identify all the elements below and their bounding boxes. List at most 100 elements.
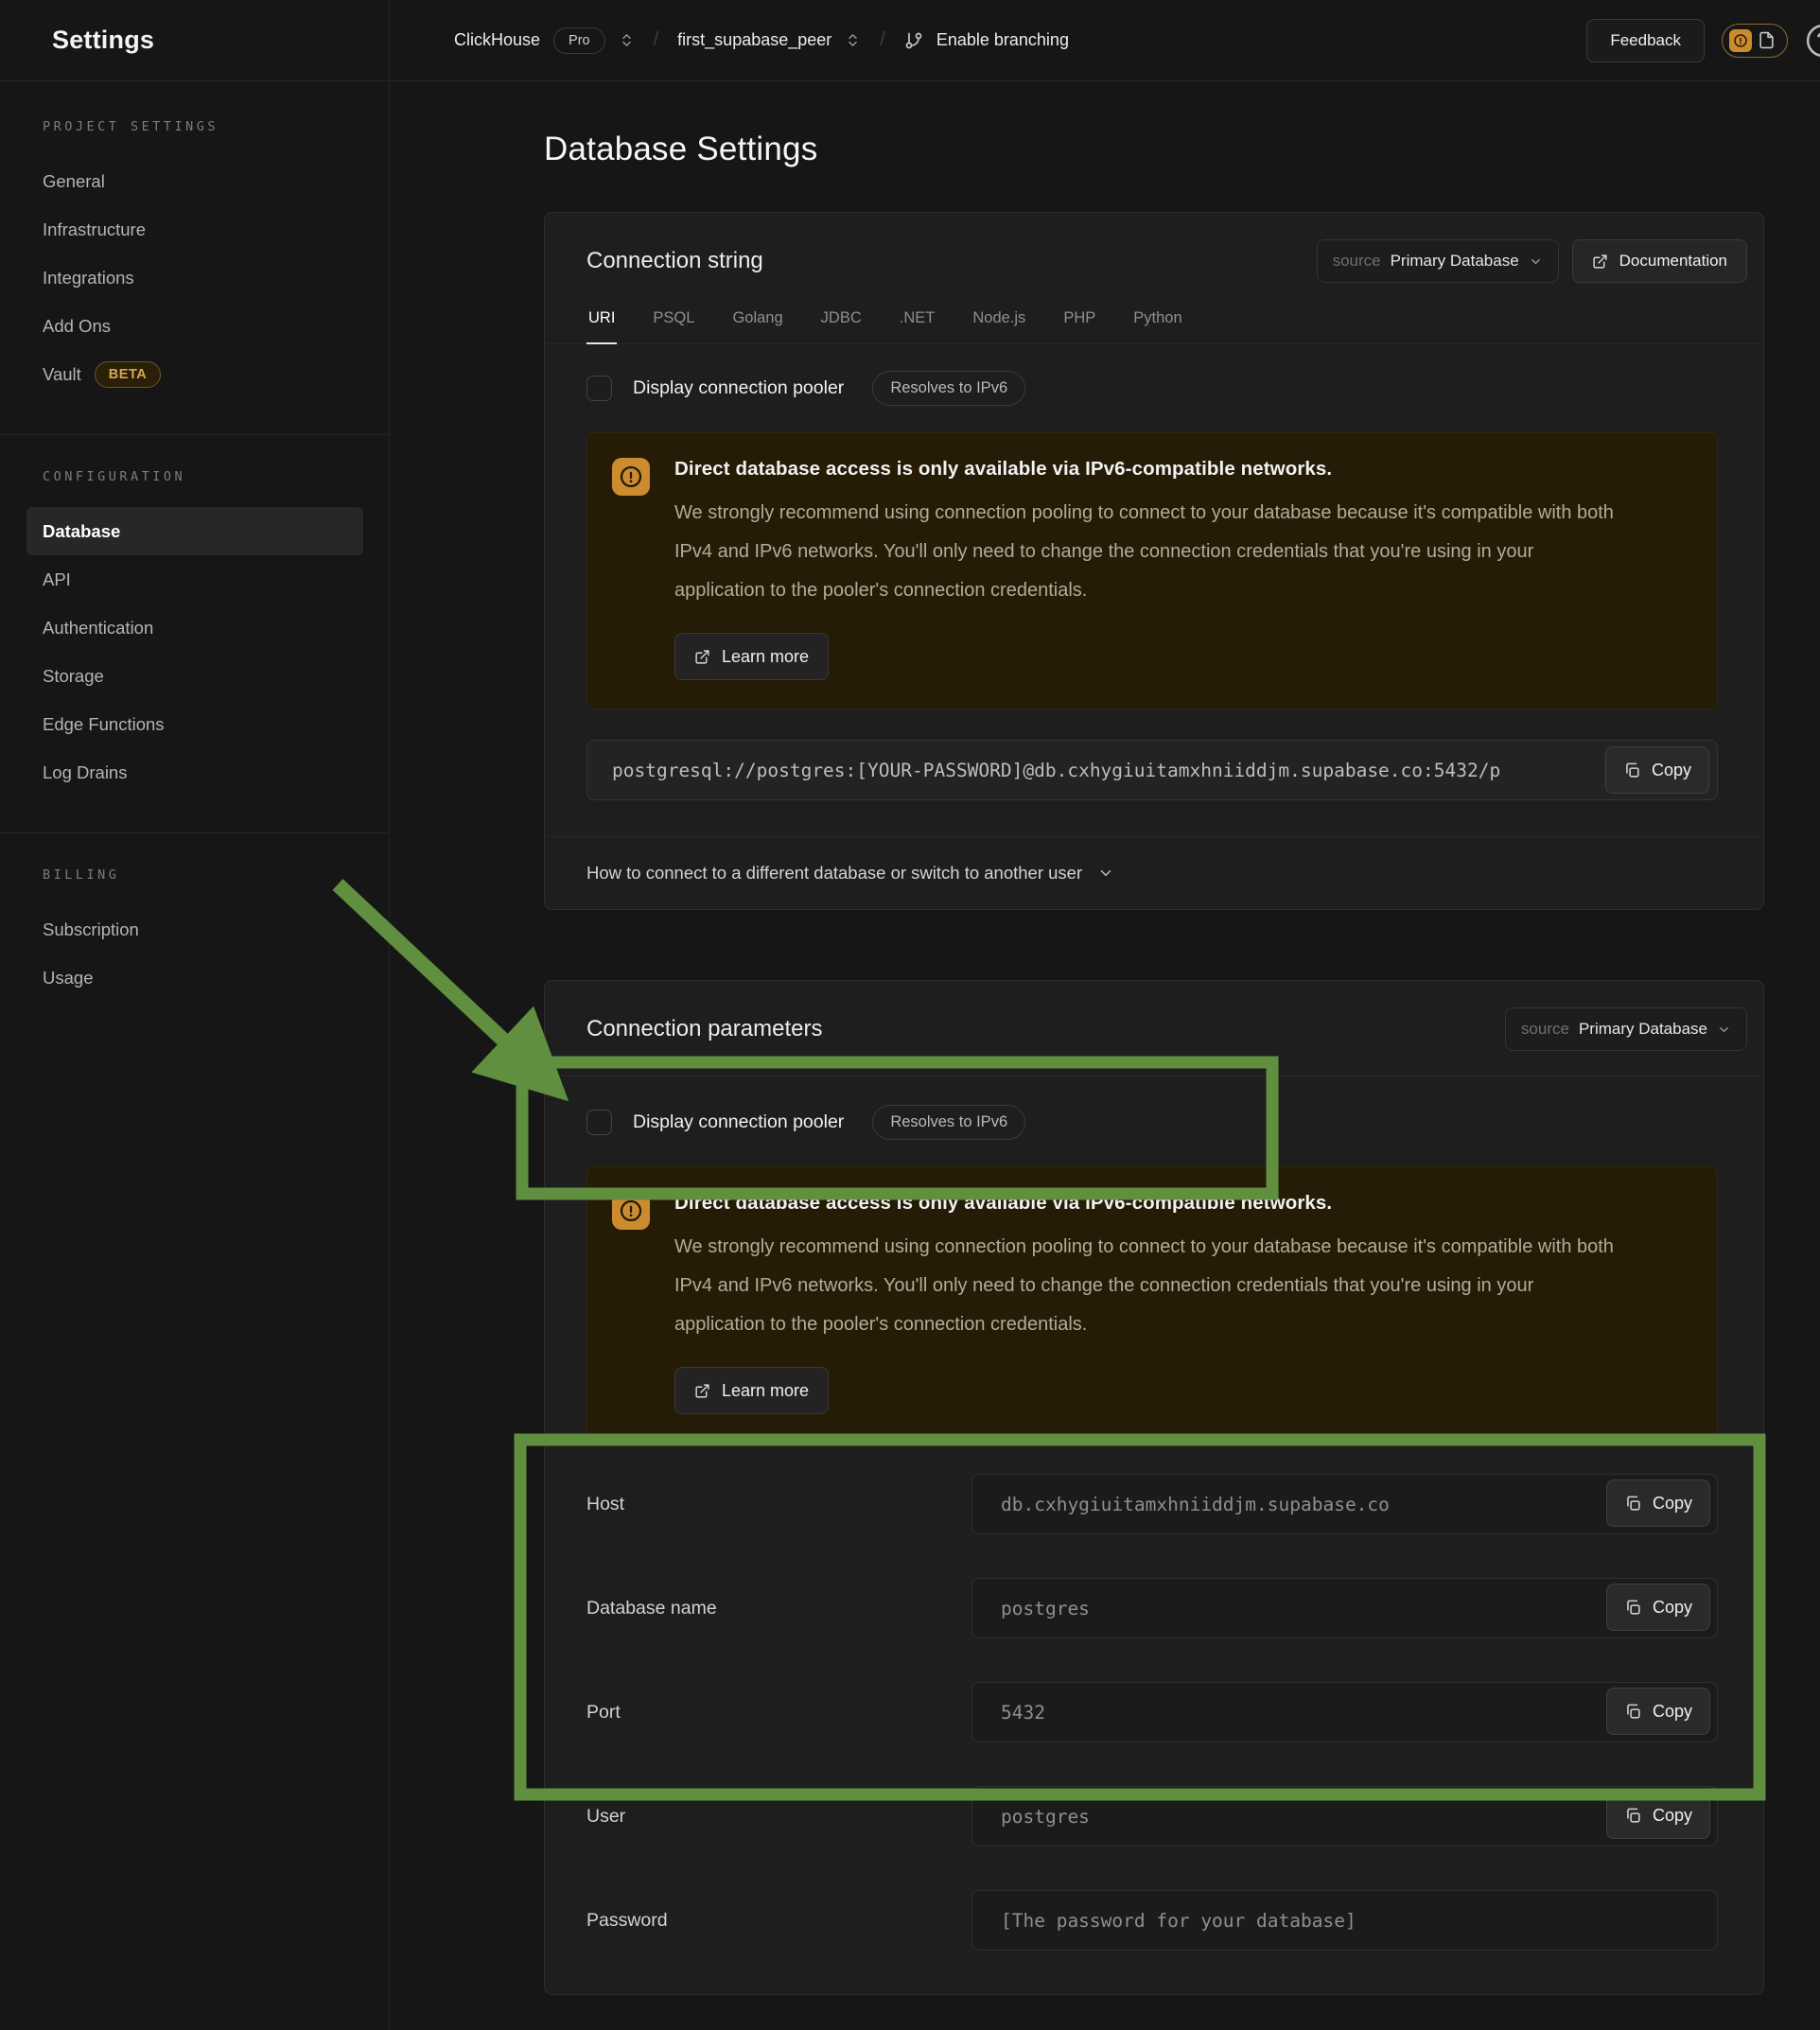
tab-python[interactable]: Python: [1131, 298, 1183, 344]
tab-uri[interactable]: URI: [586, 298, 617, 344]
header-title-area: Settings: [0, 0, 390, 80]
chevron-down-icon: [1717, 1023, 1731, 1037]
copy-button[interactable]: Copy: [1606, 1584, 1710, 1631]
connection-parameters-title: Connection parameters: [586, 1016, 822, 1042]
copy-button[interactable]: Copy: [1606, 1792, 1710, 1839]
tab-node-js[interactable]: Node.js: [971, 298, 1027, 344]
learn-more-label: Learn more: [722, 1381, 809, 1401]
param-row-host: Hostdb.cxhygiuitamxhniiddjm.supabase.co …: [586, 1474, 1718, 1534]
help-button[interactable]: [1805, 23, 1820, 59]
project-selector-chevrons-icon[interactable]: [845, 32, 861, 48]
sidebar-item-log-drains[interactable]: Log Drains: [26, 748, 363, 796]
org-status-button[interactable]: [1722, 24, 1788, 58]
source-select-label: source: [1333, 252, 1381, 271]
org-selector-chevrons-icon[interactable]: [619, 32, 635, 48]
connection-string-title: Connection string: [586, 248, 763, 274]
learn-more-label: Learn more: [722, 647, 809, 667]
tab-php[interactable]: PHP: [1061, 298, 1097, 344]
sidebar-item-add-ons[interactable]: Add Ons: [26, 302, 363, 350]
sidebar-item-infrastructure[interactable]: Infrastructure: [26, 205, 363, 254]
alert-icon: [612, 1192, 650, 1230]
breadcrumb-project[interactable]: first_supabase_peer: [677, 30, 831, 50]
warning-body: We strongly recommend using connection p…: [674, 494, 1620, 610]
warning-title: Direct database access is only available…: [674, 458, 1620, 481]
sidebar-item-subscription[interactable]: Subscription: [26, 905, 363, 954]
external-link-icon: [694, 649, 710, 665]
copy-button-label: Copy: [1653, 1806, 1692, 1826]
documentation-button[interactable]: Documentation: [1572, 239, 1747, 283]
copy-icon: [1624, 1807, 1642, 1825]
sidebar-sections: PROJECT SETTINGSGeneralInfrastructureInt…: [0, 119, 389, 1030]
learn-more-button[interactable]: Learn more: [674, 1367, 829, 1414]
sidebar-item-storage[interactable]: Storage: [26, 652, 363, 700]
connection-parameters-fields: Hostdb.cxhygiuitamxhniiddjm.supabase.co …: [586, 1474, 1718, 1951]
sidebar-item-label: Infrastructure: [43, 219, 146, 240]
sidebar-divider: [0, 434, 389, 435]
pooler-label: Display connection pooler: [633, 377, 844, 399]
sidebar-item-label: API: [43, 569, 71, 590]
connection-string-tabs: URI PSQL Golang JDBC .NET Node.js PHP Python: [545, 298, 1763, 344]
connection-parameters-card: Connection parameters source Primary Dat…: [544, 980, 1764, 1995]
breadcrumb: ClickHouse Pro / first_supabase_peer / E…: [390, 0, 1567, 80]
enable-branching-button[interactable]: Enable branching: [936, 30, 1069, 50]
copy-button[interactable]: Copy: [1606, 1688, 1710, 1735]
display-connection-pooler-checkbox[interactable]: [586, 1110, 612, 1135]
breadcrumb-separator: /: [874, 29, 891, 51]
param-value: 5432: [1001, 1702, 1045, 1724]
sidebar-item-integrations[interactable]: Integrations: [26, 254, 363, 302]
sidebar-item-edge-functions[interactable]: Edge Functions: [26, 700, 363, 748]
connection-uri-value: postgresql://postgres:[YOUR-PASSWORD]@db…: [612, 760, 1500, 781]
display-connection-pooler-checkbox[interactable]: [586, 376, 612, 401]
source-select-value: Primary Database: [1579, 1020, 1707, 1039]
tab-golang[interactable]: Golang: [730, 298, 784, 344]
sidebar-item-label: Add Ons: [43, 316, 111, 337]
sidebar-item-label: Integrations: [43, 268, 134, 289]
copy-button-label: Copy: [1652, 761, 1691, 780]
password-input[interactable]: [The password for your database]: [971, 1890, 1718, 1951]
tab-psql[interactable]: PSQL: [651, 298, 696, 344]
sidebar-item-label: Log Drains: [43, 762, 127, 783]
ipv6-warning-box: Direct database access is only available…: [586, 432, 1718, 709]
resolves-to-ipv6-badge: Resolves to IPv6: [872, 1105, 1025, 1140]
param-value: db.cxhygiuitamxhniiddjm.supabase.co: [1001, 1494, 1390, 1515]
sidebar-item-database[interactable]: Database: [26, 507, 363, 555]
connection-parameters-controls: source Primary Database: [1505, 1007, 1747, 1051]
sidebar-item-usage[interactable]: Usage: [26, 954, 363, 1002]
connection-string-controls: source Primary Database Documentation: [1317, 239, 1747, 283]
copy-icon: [1623, 761, 1641, 779]
sidebar-item-label: Edge Functions: [43, 714, 165, 735]
source-select[interactable]: source Primary Database: [1505, 1007, 1747, 1051]
connection-uri-field[interactable]: postgresql://postgres:[YOUR-PASSWORD]@db…: [586, 740, 1718, 800]
source-select-label: source: [1521, 1020, 1569, 1039]
sidebar-divider: [0, 832, 389, 833]
feedback-button[interactable]: Feedback: [1586, 19, 1705, 62]
breadcrumb-separator: /: [648, 29, 665, 51]
pooler-label: Display connection pooler: [633, 1111, 844, 1133]
ipv6-warning-box: Direct database access is only available…: [586, 1166, 1718, 1444]
sidebar-item-label: Subscription: [43, 919, 139, 940]
sidebar-item-vault[interactable]: VaultBETA: [26, 350, 363, 398]
pooler-row: Display connection pooler Resolves to IP…: [586, 371, 1718, 406]
source-select[interactable]: source Primary Database: [1317, 239, 1559, 283]
copy-button[interactable]: Copy: [1606, 1479, 1710, 1527]
sidebar-item-authentication[interactable]: Authentication: [26, 604, 363, 652]
tab-jdbc[interactable]: JDBC: [819, 298, 864, 344]
sidebar-item-api[interactable]: API: [26, 555, 363, 604]
param-row-database-name: Database namepostgres Copy: [586, 1578, 1718, 1638]
sidebar-section-title: CONFIGURATION: [0, 469, 389, 484]
tab-net[interactable]: .NET: [898, 298, 937, 344]
sidebar-item-label: Storage: [43, 666, 104, 687]
learn-more-button[interactable]: Learn more: [674, 633, 829, 680]
param-value: [The password for your database]: [1001, 1910, 1356, 1932]
main-content: Database Settings Connection string sour…: [390, 81, 1820, 2030]
copy-button[interactable]: Copy: [1605, 746, 1709, 794]
external-link-icon: [694, 1383, 710, 1399]
chevron-down-icon: [1529, 254, 1543, 269]
param-row-password: Password[The password for your database]: [586, 1890, 1718, 1951]
top-header: Settings ClickHouse Pro / first_supabase…: [0, 0, 1820, 81]
connect-help-expander[interactable]: How to connect to a different database o…: [545, 836, 1763, 909]
sidebar-item-general[interactable]: General: [26, 157, 363, 205]
copy-button-label: Copy: [1653, 1494, 1692, 1514]
tab-label: PSQL: [653, 309, 694, 326]
breadcrumb-org[interactable]: ClickHouse: [454, 30, 540, 50]
